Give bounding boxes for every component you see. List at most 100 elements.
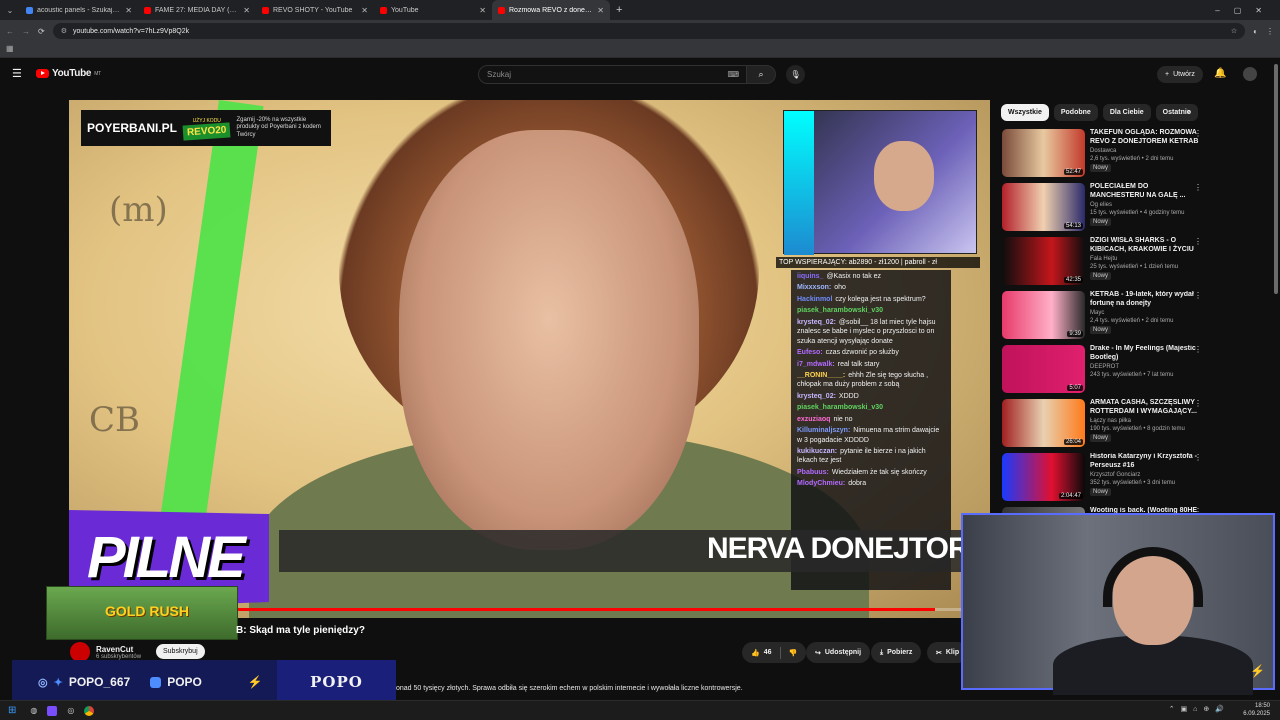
system-clock[interactable]: 18:50 6.09.2025 xyxy=(1243,703,1270,719)
video-thumbnail[interactable]: 9:39 xyxy=(1002,291,1085,339)
windows-start-icon[interactable]: ⊞ xyxy=(8,705,16,716)
hamburger-menu-icon[interactable]: ☰ xyxy=(12,67,22,80)
search-button[interactable]: ⌕ xyxy=(746,65,776,84)
bookmark-star-icon[interactable]: ☆ xyxy=(1231,27,1237,35)
recommended-video[interactable]: 42:35 DZIGI WISŁA SHARKS - O KIBICACH, K… xyxy=(1002,237,1202,289)
rec-channel[interactable]: Krzysztof Gonciarz xyxy=(1090,471,1202,479)
page-scrollbar[interactable] xyxy=(1274,64,1278,294)
reload-icon[interactable]: ⟳ xyxy=(38,27,45,36)
more-options-icon[interactable]: ⋮ xyxy=(1194,453,1202,462)
tab-close-icon[interactable]: ✕ xyxy=(125,6,132,15)
recommended-video[interactable]: 54:13 POLECIAŁEM DO MANCHESTERU NA GALĘ … xyxy=(1002,183,1202,235)
subscribe-button[interactable]: Subskrybuj xyxy=(156,644,205,659)
channel-avatar[interactable] xyxy=(70,642,90,662)
filter-chip[interactable]: Dla Ciebie xyxy=(1102,104,1151,121)
forward-icon[interactable]: → xyxy=(22,27,30,36)
rec-channel[interactable]: Og elies xyxy=(1090,201,1202,209)
chat-message: Hackinmol czy kolega jest na spektrum? xyxy=(797,295,945,304)
video-description[interactable]: onad 50 tysięcy złotych. Sprawa odbiła s… xyxy=(396,685,743,692)
rec-title[interactable]: TAKEFUN OGLĄDA: ROZMOWA REVO Z DONEJTORE… xyxy=(1090,129,1202,147)
tray-icons[interactable]: ⌃▣⌂⊕🔊 xyxy=(1169,705,1230,713)
share-button[interactable]: ↪ Udostępnij xyxy=(806,642,871,663)
notifications-bell-icon[interactable]: 🔔 xyxy=(1214,68,1226,79)
more-options-icon[interactable]: ⋮ xyxy=(1194,399,1202,408)
recommended-video[interactable]: 5:07 Drake - In My Feelings (Majestic Bo… xyxy=(1002,345,1202,397)
rec-channel[interactable]: Mayc xyxy=(1090,309,1202,317)
back-icon[interactable]: ← xyxy=(6,27,14,36)
tab-close-icon[interactable]: ✕ xyxy=(479,6,486,15)
rec-title[interactable]: POLECIAŁEM DO MANCHESTERU NA GALĘ ... xyxy=(1090,183,1202,201)
more-options-icon[interactable]: ⋮ xyxy=(1194,237,1202,246)
filter-chip[interactable]: Podobne xyxy=(1053,104,1098,121)
browser-tab[interactable]: YouTube ✕ xyxy=(374,0,492,20)
headphones-icon xyxy=(1103,547,1203,607)
create-button[interactable]: + Utwórz xyxy=(1157,66,1203,83)
keyboard-icon[interactable]: ⌨ xyxy=(727,70,739,79)
rec-title[interactable]: KETRAB - 19-latek, który wydał fortunę n… xyxy=(1090,291,1202,309)
promo-text: Zgarnij -20% na wszystkie produkty od Po… xyxy=(236,117,321,138)
extensions-icon[interactable]: ◐ xyxy=(1253,27,1258,36)
video-thumbnail[interactable]: 42:35 xyxy=(1002,237,1085,285)
more-options-icon[interactable]: ⋮ xyxy=(1194,345,1202,354)
tab-close-icon[interactable]: ✕ xyxy=(597,6,604,15)
chrome-icon[interactable] xyxy=(84,705,95,716)
download-button[interactable]: ⤓ Pobierz xyxy=(871,642,922,663)
browser-tab[interactable]: acoustic panels - Szukaj w Goo ✕ xyxy=(20,0,138,20)
more-options-icon[interactable]: ⋮ xyxy=(1194,129,1202,138)
search-input[interactable]: Szukaj ⌨ xyxy=(478,65,748,84)
taskbar-app-icon[interactable]: ◍ xyxy=(30,706,37,715)
taskbar-app-icon[interactable]: ◎ xyxy=(67,706,74,715)
share-label: Udostępnij xyxy=(824,649,862,656)
taskbar-app-icon[interactable] xyxy=(47,705,58,716)
video-player[interactable]: (m) CB √ POYERBANI.PL UŻYJ KODU REVO20 Z… xyxy=(69,100,990,618)
rec-title[interactable]: Drake - In My Feelings (Majestic Bootleg… xyxy=(1090,345,1202,363)
video-thumbnail[interactable]: 54:13 xyxy=(1002,183,1085,231)
channel-name[interactable]: RavenCut xyxy=(96,645,141,654)
new-tab-button[interactable]: + xyxy=(616,4,622,16)
more-options-icon[interactable]: ⋮ xyxy=(1194,291,1202,300)
tab-search-icon[interactable]: ⌄ xyxy=(0,6,20,15)
rec-title[interactable]: DZIGI WISŁA SHARKS - O KIBICACH, KRAKOWI… xyxy=(1090,237,1202,255)
recommended-video[interactable]: 26:04 ARMATA CASHA, SZCZĘŚLIWY ROTTERDAM… xyxy=(1002,399,1202,451)
rec-title[interactable]: Historia Katarzyny i Krzysztofa - Perseu… xyxy=(1090,453,1202,471)
tab-title: Rozmowa REVO z donejtor xyxy=(509,6,594,14)
rec-meta: 25 tys. wyświetleń • 1 dzień temu xyxy=(1090,263,1179,270)
voice-search-button[interactable]: 🎙 xyxy=(786,65,805,84)
chips-next-icon[interactable]: › xyxy=(1187,106,1190,116)
rec-channel[interactable]: Dostawca xyxy=(1090,147,1202,155)
video-thumbnail[interactable]: 26:04 xyxy=(1002,399,1085,447)
dislike-icon[interactable]: 👎 xyxy=(789,649,798,657)
video-thumbnail[interactable]: 2:04:47 xyxy=(1002,453,1085,501)
video-thumbnail[interactable]: 5:07 xyxy=(1002,345,1085,393)
rec-title[interactable]: ARMATA CASHA, SZCZĘŚLIWY ROTTERDAM I WYM… xyxy=(1090,399,1202,417)
like-count[interactable]: 46 xyxy=(764,649,772,656)
tab-close-icon[interactable]: ✕ xyxy=(361,6,368,15)
account-avatar[interactable] xyxy=(1243,67,1257,81)
chat-text: XDDD xyxy=(838,392,859,400)
share-icon: ↪ xyxy=(815,649,821,657)
chat-message: exzuziaoq nie no xyxy=(797,415,945,424)
more-options-icon[interactable]: ⋮ xyxy=(1194,183,1202,192)
browser-tab[interactable]: FAME 27: MEDIA DAY (Media tr✕ xyxy=(138,0,256,20)
rec-channel[interactable]: DEEPROT xyxy=(1090,363,1202,371)
chat-text: czas dzwonić po służby xyxy=(825,349,899,357)
apps-grid-icon[interactable]: ▦ xyxy=(6,44,14,53)
rec-channel[interactable]: Łączy nas piłka xyxy=(1090,417,1202,425)
address-bar[interactable]: ⚙ youtube.com/watch?v=7hLz9Vp8Q2k ☆ xyxy=(52,23,1246,39)
recommended-video[interactable]: 9:39 KETRAB - 19-latek, który wydał fort… xyxy=(1002,291,1202,343)
video-thumbnail[interactable]: 52:47 xyxy=(1002,129,1085,177)
site-info-icon[interactable]: ⚙ xyxy=(61,27,67,35)
like-icon[interactable]: 👍 xyxy=(751,649,760,657)
browser-menu-icon[interactable]: ⋮ xyxy=(1266,27,1274,36)
tab-close-icon[interactable]: ✕ xyxy=(243,6,250,15)
browser-tab[interactable]: Rozmowa REVO z donejtor ✕ xyxy=(492,0,610,20)
filter-chip[interactable]: Ostatnio xyxy=(1155,104,1199,121)
youtube-logo[interactable]: YouTube MT xyxy=(36,68,101,79)
browser-tab[interactable]: REVO SHOTY - YouTube ✕ xyxy=(256,0,374,20)
filter-chip[interactable]: Wszystkie xyxy=(1001,104,1049,121)
rec-channel[interactable]: Fala Hejtu xyxy=(1090,255,1202,263)
recommended-video[interactable]: 52:47 TAKEFUN OGLĄDA: ROZMOWA REVO Z DON… xyxy=(1002,129,1202,181)
new-badge: Nowy xyxy=(1090,487,1112,496)
recommended-video[interactable]: 2:04:47 Historia Katarzyny i Krzysztofa … xyxy=(1002,453,1202,505)
window-controls[interactable]: –▢✕ xyxy=(1215,6,1280,15)
